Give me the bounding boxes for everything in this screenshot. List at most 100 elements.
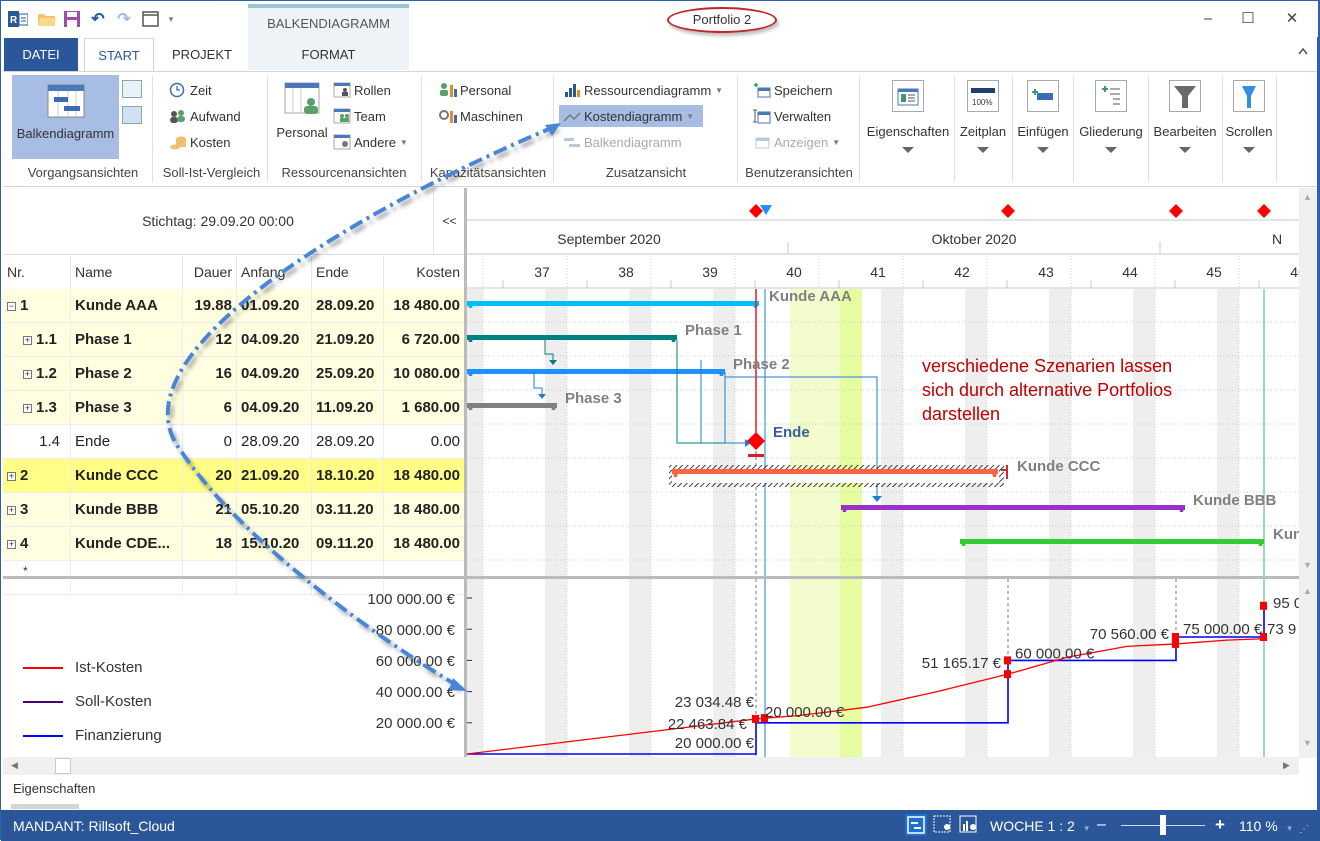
cell-kosten[interactable]: 0.00: [384, 425, 465, 459]
column-header-kosten[interactable]: Kosten: [384, 256, 465, 289]
cell-dauer[interactable]: 0: [183, 425, 237, 459]
scroll-up-icon[interactable]: ▲: [1303, 586, 1312, 596]
expand-icon[interactable]: +: [7, 540, 16, 549]
gantt-view-status-icon[interactable]: [905, 814, 927, 836]
column-header-dauer[interactable]: Dauer: [183, 256, 237, 289]
speichern-view-button[interactable]: Speichern: [753, 79, 833, 101]
cell-ende[interactable]: 18.10.20: [312, 459, 384, 493]
kostendiagramm-button[interactable]: Kostendiagramm ▼: [559, 105, 703, 127]
redo-icon[interactable]: ↷: [114, 8, 134, 30]
expand-icon[interactable]: +: [23, 404, 32, 413]
cell-nr[interactable]: +4: [3, 527, 71, 561]
personal-resource-button[interactable]: Personal: [275, 82, 329, 140]
cell-nr[interactable]: 1.4: [3, 425, 71, 459]
table-row[interactable]: −1 Kunde AAA 19.88 01.09.20 28.09.20 18 480.0…: [3, 289, 465, 323]
vertical-scrollbar[interactable]: ▲ ▼ ▲ ▼: [1299, 188, 1317, 758]
maximize-button[interactable]: ☐: [1233, 7, 1263, 31]
capacity-view-status-icon[interactable]: [959, 815, 979, 838]
anzeigen-button[interactable]: Anzeigen ▼: [753, 131, 840, 153]
network-view-icon[interactable]: [122, 80, 142, 98]
table-row[interactable]: +3 Kunde BBB 21 05.10.20 03.11.20 18 480.00: [3, 493, 465, 527]
cell-anfang[interactable]: 28.09.20: [237, 425, 312, 459]
scroll-left-icon[interactable]: ◀: [11, 760, 18, 771]
eigenschaften-button[interactable]: Eigenschaften: [864, 80, 952, 153]
cell-kosten[interactable]: 18 480.00: [384, 459, 465, 493]
zeit-button[interactable]: Zeit: [169, 79, 212, 101]
table-view-icon[interactable]: [122, 106, 142, 124]
expand-icon[interactable]: +: [7, 506, 16, 515]
cell-dauer[interactable]: 20: [183, 459, 237, 493]
cell-kosten[interactable]: 6 720.00: [384, 323, 465, 357]
kosten-button[interactable]: Kosten: [169, 131, 230, 153]
verwalten-button[interactable]: Verwalten: [753, 105, 831, 127]
customize-icon[interactable]: ▾: [165, 8, 177, 30]
cell-nr[interactable]: +3: [3, 493, 71, 527]
zusatz-balkendiagramm-button[interactable]: Balkendiagramm: [563, 131, 682, 153]
kapazitaet-personal-button[interactable]: Personal: [439, 79, 511, 101]
team-button[interactable]: Team: [333, 105, 386, 127]
expand-icon[interactable]: +: [23, 370, 32, 379]
cell-ende[interactable]: 03.11.20: [312, 493, 384, 527]
tab-start[interactable]: START: [84, 38, 154, 71]
horizontal-scrollbar[interactable]: ◀ ▶: [3, 757, 1299, 775]
table-row[interactable]: +1.3 Phase 3 6 04.09.20 11.09.20 1 680.00: [3, 391, 465, 425]
cell-nr[interactable]: +1.2: [3, 357, 71, 391]
cell-kosten[interactable]: 18 480.00: [384, 527, 465, 561]
cell-kosten[interactable]: 1 680.00: [384, 391, 465, 425]
cell-ende[interactable]: 28.09.20: [312, 425, 384, 459]
collapse-icon[interactable]: −: [7, 302, 16, 311]
cell-name[interactable]: Kunde CCC: [71, 459, 183, 493]
scroll-up-icon[interactable]: ▲: [1303, 192, 1312, 202]
zoom-slider-thumb[interactable]: [1160, 815, 1166, 835]
maschinen-button[interactable]: Maschinen: [439, 105, 523, 127]
open-icon[interactable]: [36, 8, 58, 30]
zoom-in-button[interactable]: +: [1215, 815, 1225, 835]
cell-ende[interactable]: 21.09.20: [312, 323, 384, 357]
column-header-name[interactable]: Name: [71, 256, 183, 289]
cell-dauer[interactable]: 16: [183, 357, 237, 391]
cell-nr[interactable]: +1.3: [3, 391, 71, 425]
cell-ende[interactable]: 25.09.20: [312, 357, 384, 391]
cell-anfang[interactable]: 01.09.20: [237, 289, 312, 323]
table-row[interactable]: +2 Kunde CCC 20 21.09.20 18.10.20 18 480.00: [3, 459, 465, 493]
einfuegen-button[interactable]: Einfügen: [1014, 80, 1072, 153]
cell-anfang[interactable]: 04.09.20: [237, 323, 312, 357]
gliederung-button[interactable]: Gliederung: [1075, 80, 1147, 153]
collapse-grid-button[interactable]: <<: [433, 188, 465, 254]
cell-name[interactable]: Phase 1: [71, 323, 183, 357]
cell-name[interactable]: Phase 2: [71, 357, 183, 391]
table-row[interactable]: +1.1 Phase 1 12 04.09.20 21.09.20 6 720.00: [3, 323, 465, 357]
table-row[interactable]: +1.2 Phase 2 16 04.09.20 25.09.20 10 080.00: [3, 357, 465, 391]
cell-anfang[interactable]: 15.10.20: [237, 527, 312, 561]
properties-panel-title[interactable]: Eigenschaften: [13, 781, 95, 796]
cell-anfang[interactable]: 04.09.20: [237, 391, 312, 425]
expand-icon[interactable]: +: [7, 472, 16, 481]
scrollen-button[interactable]: Scrollen: [1223, 80, 1275, 153]
column-header-nr[interactable]: Nr.: [3, 256, 71, 289]
cell-kosten[interactable]: 18 480.00: [384, 289, 465, 323]
minimize-button[interactable]: –: [1193, 7, 1223, 31]
table-row[interactable]: 1.4 Ende 0 28.09.20 28.09.20 0.00: [3, 425, 465, 459]
cell-anfang[interactable]: 05.10.20: [237, 493, 312, 527]
properties-panel-tab[interactable]: [11, 804, 79, 809]
tab-projekt[interactable]: PROJEKT: [159, 38, 245, 71]
cell-nr[interactable]: +2: [3, 459, 71, 493]
tab-format[interactable]: FORMAT: [248, 38, 409, 71]
cell-ende[interactable]: 11.09.20: [312, 391, 384, 425]
cell-dauer[interactable]: 6: [183, 391, 237, 425]
resource-view-status-icon[interactable]: [933, 815, 953, 838]
close-button[interactable]: ✕: [1277, 7, 1307, 31]
cell-nr[interactable]: +1.1: [3, 323, 71, 357]
aufwand-button[interactable]: Aufwand: [169, 105, 241, 127]
cell-anfang[interactable]: 21.09.20: [237, 459, 312, 493]
resize-grip-icon[interactable]: ⋰: [1299, 824, 1309, 835]
cell-name[interactable]: Kunde CDE...: [71, 527, 183, 561]
cell-name[interactable]: Phase 3: [71, 391, 183, 425]
cell-nr[interactable]: −1: [3, 289, 71, 323]
scroll-right-icon[interactable]: ▶: [1283, 760, 1290, 771]
scroll-thumb[interactable]: [55, 758, 71, 774]
cell-dauer[interactable]: 12: [183, 323, 237, 357]
cell-dauer[interactable]: 21: [183, 493, 237, 527]
zoom-out-button[interactable]: –: [1097, 816, 1106, 834]
expand-icon[interactable]: +: [23, 336, 32, 345]
